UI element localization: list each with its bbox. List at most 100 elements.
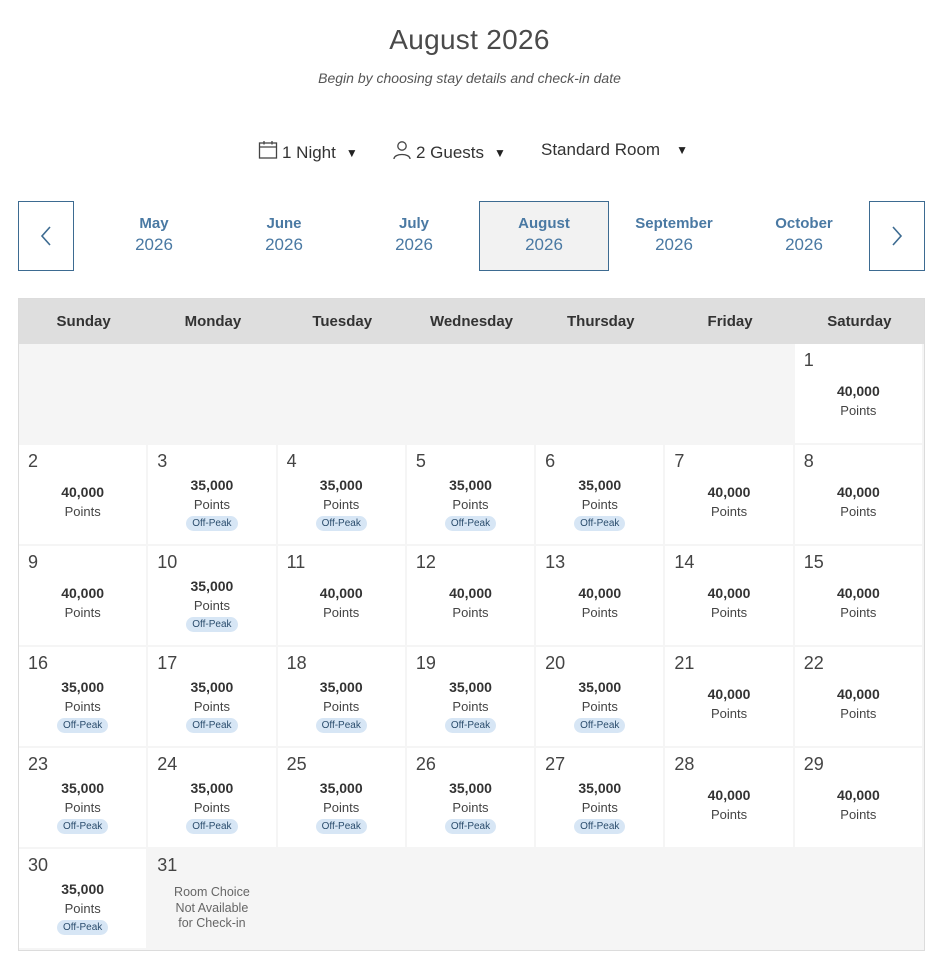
month-tab-july[interactable]: July 2026 [349,201,479,271]
empty-day-cell [794,849,924,950]
points-label: Points [710,807,748,822]
page-subtitle: Begin by choosing stay details and check… [318,70,621,86]
empty-day-cell [148,344,278,445]
day-cell-4[interactable]: 4 35,000 Points Off-Peak [277,445,407,546]
previous-month-button[interactable] [18,201,74,271]
off-peak-badge: Off-Peak [444,516,497,531]
day-cell-27[interactable]: 27 35,000 Points Off-Peak [536,748,666,849]
points-info: 40,000 Points [795,686,922,721]
day-cell-13[interactable]: 13 40,000 Points [536,546,666,647]
month-tab-october[interactable]: October 2026 [739,201,869,271]
month-navigation: May 2026 June 2026 July 2026 August 2026 Septemb… [18,201,925,272]
off-peak-badge: Off-Peak [315,718,367,733]
next-month-button[interactable] [869,201,925,271]
month-year: 2026 [525,235,563,254]
month-tab-june[interactable]: June 2026 [219,201,349,271]
month-tab-august[interactable]: August 2026 [479,201,609,271]
day-cell-8[interactable]: 8 40,000 Points [794,445,924,546]
points-info: 35,000 Points Off-Peak [19,679,146,733]
day-cell-18[interactable]: 18 35,000 Points Off-Peak [277,647,407,748]
points-label: Points [840,706,877,721]
weekday-monday: Monday [184,313,242,330]
day-cell-24[interactable]: 24 35,000 Points Off-Peak [148,748,278,849]
points-label: Points [840,807,877,822]
points-info: 35,000 Points Off-Peak [536,780,663,834]
day-number: 1 [803,350,814,370]
day-cell-29[interactable]: 29 40,000 Points [794,748,924,849]
day-cell-14[interactable]: 14 40,000 Points [665,546,795,647]
points-value: 40,000 [836,686,880,702]
day-cell-9[interactable]: 9 40,000 Points [19,546,149,647]
day-cell-22[interactable]: 22 40,000 Points [794,647,924,748]
points-info: 35,000 Points Off-Peak [148,780,275,834]
points-value: 40,000 [578,585,622,601]
off-peak-badge: Off-Peak [186,516,238,531]
day-cell-2[interactable]: 2 40,000 Points [19,445,149,546]
month-year: 2026 [785,235,823,254]
points-value: 40,000 [707,585,751,601]
unavailable-note-line: Not Available [175,900,249,915]
month-name: August [518,215,570,232]
weekday-wednesday: Wednesday [429,313,514,330]
day-cell-3[interactable]: 3 35,000 Points Off-Peak [148,445,278,546]
day-cell-5[interactable]: 5 35,000 Points Off-Peak [406,445,537,546]
off-peak-badge: Off-Peak [315,516,367,531]
day-cell-6[interactable]: 6 35,000 Points Off-Peak [536,445,666,546]
month-tab-may[interactable]: May 2026 [89,201,219,271]
points-label: Points [840,504,877,519]
caret-down-icon: ▼ [676,143,688,157]
day-cell-23[interactable]: 23 35,000 Points Off-Peak [19,748,149,849]
day-cell-7[interactable]: 7 40,000 Points [665,445,795,546]
chevron-right-icon [892,226,903,246]
day-number: 20 [545,653,566,673]
points-label: Points [581,800,618,815]
points-value: 35,000 [449,477,492,493]
day-number: 12 [415,552,436,572]
points-info: 40,000 Points [665,585,792,620]
day-number: 7 [674,451,685,471]
points-label: Points [452,800,489,815]
points-value: 35,000 [578,679,622,695]
day-cell-1[interactable]: 1 40,000 Points [794,344,924,445]
points-label: Points [193,800,230,815]
day-cell-10[interactable]: 10 35,000 Points Off-Peak [148,546,278,647]
day-cell-11[interactable]: 11 40,000 Points [277,546,407,647]
points-info: 35,000 Points Off-Peak [536,679,663,733]
points-label: Points [193,699,230,714]
guests-dropdown[interactable]: 2 Guests ▼ [392,140,506,165]
off-peak-badge: Off-Peak [574,516,626,531]
day-cell-19[interactable]: 19 35,000 Points Off-Peak [406,647,537,748]
room-type-dropdown[interactable]: Standard Room ▼ [541,140,688,160]
day-cell-26[interactable]: 26 35,000 Points Off-Peak [406,748,537,849]
day-cell-16[interactable]: 16 35,000 Points Off-Peak [19,647,149,748]
day-cell-17[interactable]: 17 35,000 Points Off-Peak [148,647,278,748]
points-value: 35,000 [61,679,105,695]
points-info: 40,000 Points [278,585,405,620]
day-number: 3 [157,451,168,471]
day-number: 6 [545,451,556,471]
day-number: 14 [674,552,695,572]
day-cell-25[interactable]: 25 35,000 Points Off-Peak [277,748,407,849]
day-cell-30[interactable]: 30 35,000 Points Off-Peak [19,849,149,950]
points-info: 35,000 Points Off-Peak [407,679,534,733]
month-name: October [775,215,833,232]
points-value: 40,000 [319,585,363,601]
day-cell-15[interactable]: 15 40,000 Points [794,546,924,647]
off-peak-badge: Off-Peak [57,819,109,834]
day-cell-12[interactable]: 12 40,000 Points [406,546,537,647]
weekday-saturday: Saturday [827,313,892,330]
day-number: 4 [286,451,297,471]
day-cell-21[interactable]: 21 40,000 Points [665,647,795,748]
day-cell-28[interactable]: 28 40,000 Points [665,748,795,849]
day-number: 18 [286,653,307,673]
nights-dropdown[interactable]: 1 Night ▼ [258,140,358,165]
day-number: 26 [415,754,436,774]
points-label: Points [710,504,748,519]
month-tab-september[interactable]: September 2026 [609,201,739,271]
unavailable-note-line: for Check-in [178,916,246,930]
day-cell-20[interactable]: 20 35,000 Points Off-Peak [536,647,666,748]
points-label: Points [710,706,748,721]
off-peak-badge: Off-Peak [57,718,109,733]
points-label: Points [323,605,360,620]
points-label: Points [64,504,101,519]
